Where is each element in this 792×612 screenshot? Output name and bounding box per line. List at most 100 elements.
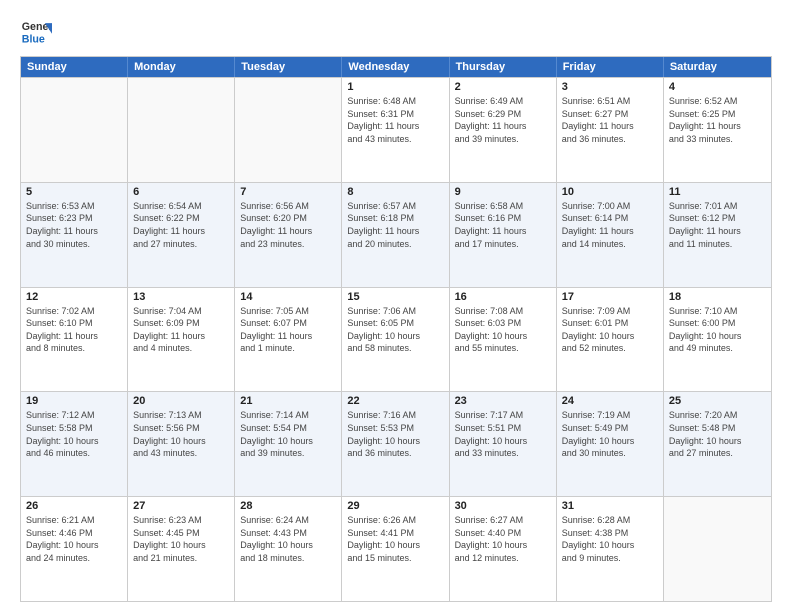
day-info: Sunrise: 7:09 AM Sunset: 6:01 PM Dayligh… bbox=[562, 305, 658, 355]
weekday-header: Tuesday bbox=[235, 57, 342, 77]
day-info: Sunrise: 6:48 AM Sunset: 6:31 PM Dayligh… bbox=[347, 95, 443, 145]
calendar-row: 26 Sunrise: 6:21 AM Sunset: 4:46 PM Dayli… bbox=[21, 496, 771, 601]
day-info: Sunrise: 7:19 AM Sunset: 5:49 PM Dayligh… bbox=[562, 409, 658, 459]
svg-text:General: General bbox=[22, 21, 52, 33]
day-number: 4 bbox=[669, 81, 766, 93]
day-number: 31 bbox=[562, 500, 658, 512]
calendar-cell: 5 Sunrise: 6:53 AM Sunset: 6:23 PM Daylig… bbox=[21, 183, 128, 287]
calendar-row: 5 Sunrise: 6:53 AM Sunset: 6:23 PM Daylig… bbox=[21, 182, 771, 287]
calendar-cell: 12 Sunrise: 7:02 AM Sunset: 6:10 PM Dayli… bbox=[21, 288, 128, 392]
logo: General Blue bbox=[20, 16, 52, 48]
calendar-cell: 28 Sunrise: 6:24 AM Sunset: 4:43 PM Dayli… bbox=[235, 497, 342, 601]
svg-text:Blue: Blue bbox=[22, 34, 45, 46]
day-info: Sunrise: 6:52 AM Sunset: 6:25 PM Dayligh… bbox=[669, 95, 766, 145]
day-info: Sunrise: 7:04 AM Sunset: 6:09 PM Dayligh… bbox=[133, 305, 229, 355]
day-info: Sunrise: 6:23 AM Sunset: 4:45 PM Dayligh… bbox=[133, 514, 229, 564]
calendar-cell: 23Sunrise: 7:17 AM Sunset: 5:51 PM Dayli… bbox=[450, 392, 557, 496]
day-number: 11 bbox=[669, 186, 766, 198]
calendar-cell: 22 Sunrise: 7:16 AM Sunset: 5:53 PM Dayli… bbox=[342, 392, 449, 496]
calendar-cell: 4 Sunrise: 6:52 AM Sunset: 6:25 PM Daylig… bbox=[664, 78, 771, 182]
day-info: Sunrise: 6:28 AM Sunset: 4:38 PM Dayligh… bbox=[562, 514, 658, 564]
day-info: Sunrise: 6:26 AM Sunset: 4:41 PM Dayligh… bbox=[347, 514, 443, 564]
calendar-cell: 31 Sunrise: 6:28 AM Sunset: 4:38 PM Dayli… bbox=[557, 497, 664, 601]
calendar-cell: 30 Sunrise: 6:27 AM Sunset: 4:40 PM Dayli… bbox=[450, 497, 557, 601]
calendar-cell bbox=[21, 78, 128, 182]
day-info: Sunrise: 6:56 AM Sunset: 6:20 PM Dayligh… bbox=[240, 200, 336, 250]
calendar-cell: 2Sunrise: 6:49 AM Sunset: 6:29 PM Daylig… bbox=[450, 78, 557, 182]
logo-icon: General Blue bbox=[20, 16, 52, 48]
day-info: Sunrise: 7:08 AM Sunset: 6:03 PM Dayligh… bbox=[455, 305, 551, 355]
day-info: Sunrise: 6:53 AM Sunset: 6:23 PM Dayligh… bbox=[26, 200, 122, 250]
calendar-cell: 29Sunrise: 6:26 AM Sunset: 4:41 PM Dayli… bbox=[342, 497, 449, 601]
calendar-cell: 13 Sunrise: 7:04 AM Sunset: 6:09 PM Dayli… bbox=[128, 288, 235, 392]
day-number: 7 bbox=[240, 186, 336, 198]
day-number: 20 bbox=[133, 395, 229, 407]
day-number: 26 bbox=[26, 500, 122, 512]
day-number: 3 bbox=[562, 81, 658, 93]
day-number: 14 bbox=[240, 291, 336, 303]
calendar-cell: 20 Sunrise: 7:13 AM Sunset: 5:56 PM Dayli… bbox=[128, 392, 235, 496]
day-number: 28 bbox=[240, 500, 336, 512]
day-number: 19 bbox=[26, 395, 122, 407]
calendar-cell: 3 Sunrise: 6:51 AM Sunset: 6:27 PM Daylig… bbox=[557, 78, 664, 182]
calendar-cell: 24 Sunrise: 7:19 AM Sunset: 5:49 PM Dayli… bbox=[557, 392, 664, 496]
calendar-cell: 17 Sunrise: 7:09 AM Sunset: 6:01 PM Dayli… bbox=[557, 288, 664, 392]
page: General Blue SundayMondayTuesdayWednesda… bbox=[0, 0, 792, 612]
day-number: 27 bbox=[133, 500, 229, 512]
calendar-row: 1Sunrise: 6:48 AM Sunset: 6:31 PM Daylig… bbox=[21, 77, 771, 182]
day-info: Sunrise: 6:49 AM Sunset: 6:29 PM Dayligh… bbox=[455, 95, 551, 145]
calendar-cell: 8Sunrise: 6:57 AM Sunset: 6:18 PM Daylig… bbox=[342, 183, 449, 287]
day-number: 5 bbox=[26, 186, 122, 198]
day-number: 16 bbox=[455, 291, 551, 303]
day-number: 9 bbox=[455, 186, 551, 198]
day-number: 6 bbox=[133, 186, 229, 198]
calendar-cell: 6 Sunrise: 6:54 AM Sunset: 6:22 PM Daylig… bbox=[128, 183, 235, 287]
day-info: Sunrise: 6:51 AM Sunset: 6:27 PM Dayligh… bbox=[562, 95, 658, 145]
calendar-cell: 18Sunrise: 7:10 AM Sunset: 6:00 PM Dayli… bbox=[664, 288, 771, 392]
weekday-header: Wednesday bbox=[342, 57, 449, 77]
calendar-cell: 14 Sunrise: 7:05 AM Sunset: 6:07 PM Dayli… bbox=[235, 288, 342, 392]
calendar-cell bbox=[128, 78, 235, 182]
day-number: 30 bbox=[455, 500, 551, 512]
day-info: Sunrise: 7:12 AM Sunset: 5:58 PM Dayligh… bbox=[26, 409, 122, 459]
day-info: Sunrise: 7:10 AM Sunset: 6:00 PM Dayligh… bbox=[669, 305, 766, 355]
calendar-cell: 7 Sunrise: 6:56 AM Sunset: 6:20 PM Daylig… bbox=[235, 183, 342, 287]
calendar-cell: 11 Sunrise: 7:01 AM Sunset: 6:12 PM Dayli… bbox=[664, 183, 771, 287]
day-number: 25 bbox=[669, 395, 766, 407]
calendar-cell bbox=[235, 78, 342, 182]
day-info: Sunrise: 7:13 AM Sunset: 5:56 PM Dayligh… bbox=[133, 409, 229, 459]
day-info: Sunrise: 7:16 AM Sunset: 5:53 PM Dayligh… bbox=[347, 409, 443, 459]
calendar-row: 19 Sunrise: 7:12 AM Sunset: 5:58 PM Dayli… bbox=[21, 391, 771, 496]
day-number: 24 bbox=[562, 395, 658, 407]
calendar-cell: 16 Sunrise: 7:08 AM Sunset: 6:03 PM Dayli… bbox=[450, 288, 557, 392]
day-number: 17 bbox=[562, 291, 658, 303]
weekday-header: Thursday bbox=[450, 57, 557, 77]
day-info: Sunrise: 7:00 AM Sunset: 6:14 PM Dayligh… bbox=[562, 200, 658, 250]
day-info: Sunrise: 7:20 AM Sunset: 5:48 PM Dayligh… bbox=[669, 409, 766, 459]
weekday-header: Monday bbox=[128, 57, 235, 77]
weekday-header: Saturday bbox=[664, 57, 771, 77]
day-info: Sunrise: 7:01 AM Sunset: 6:12 PM Dayligh… bbox=[669, 200, 766, 250]
day-info: Sunrise: 6:21 AM Sunset: 4:46 PM Dayligh… bbox=[26, 514, 122, 564]
calendar-cell bbox=[664, 497, 771, 601]
day-number: 22 bbox=[347, 395, 443, 407]
day-number: 21 bbox=[240, 395, 336, 407]
calendar-cell: 9 Sunrise: 6:58 AM Sunset: 6:16 PM Daylig… bbox=[450, 183, 557, 287]
day-info: Sunrise: 6:27 AM Sunset: 4:40 PM Dayligh… bbox=[455, 514, 551, 564]
header: General Blue bbox=[20, 16, 772, 48]
day-info: Sunrise: 6:57 AM Sunset: 6:18 PM Dayligh… bbox=[347, 200, 443, 250]
day-info: Sunrise: 6:58 AM Sunset: 6:16 PM Dayligh… bbox=[455, 200, 551, 250]
calendar-cell: 1Sunrise: 6:48 AM Sunset: 6:31 PM Daylig… bbox=[342, 78, 449, 182]
calendar-cell: 26 Sunrise: 6:21 AM Sunset: 4:46 PM Dayli… bbox=[21, 497, 128, 601]
day-info: Sunrise: 7:06 AM Sunset: 6:05 PM Dayligh… bbox=[347, 305, 443, 355]
weekday-header: Sunday bbox=[21, 57, 128, 77]
day-info: Sunrise: 6:54 AM Sunset: 6:22 PM Dayligh… bbox=[133, 200, 229, 250]
day-number: 23 bbox=[455, 395, 551, 407]
day-number: 12 bbox=[26, 291, 122, 303]
calendar-row: 12 Sunrise: 7:02 AM Sunset: 6:10 PM Dayli… bbox=[21, 287, 771, 392]
day-number: 13 bbox=[133, 291, 229, 303]
day-info: Sunrise: 7:02 AM Sunset: 6:10 PM Dayligh… bbox=[26, 305, 122, 355]
day-info: Sunrise: 6:24 AM Sunset: 4:43 PM Dayligh… bbox=[240, 514, 336, 564]
day-info: Sunrise: 7:05 AM Sunset: 6:07 PM Dayligh… bbox=[240, 305, 336, 355]
calendar-cell: 10Sunrise: 7:00 AM Sunset: 6:14 PM Dayli… bbox=[557, 183, 664, 287]
